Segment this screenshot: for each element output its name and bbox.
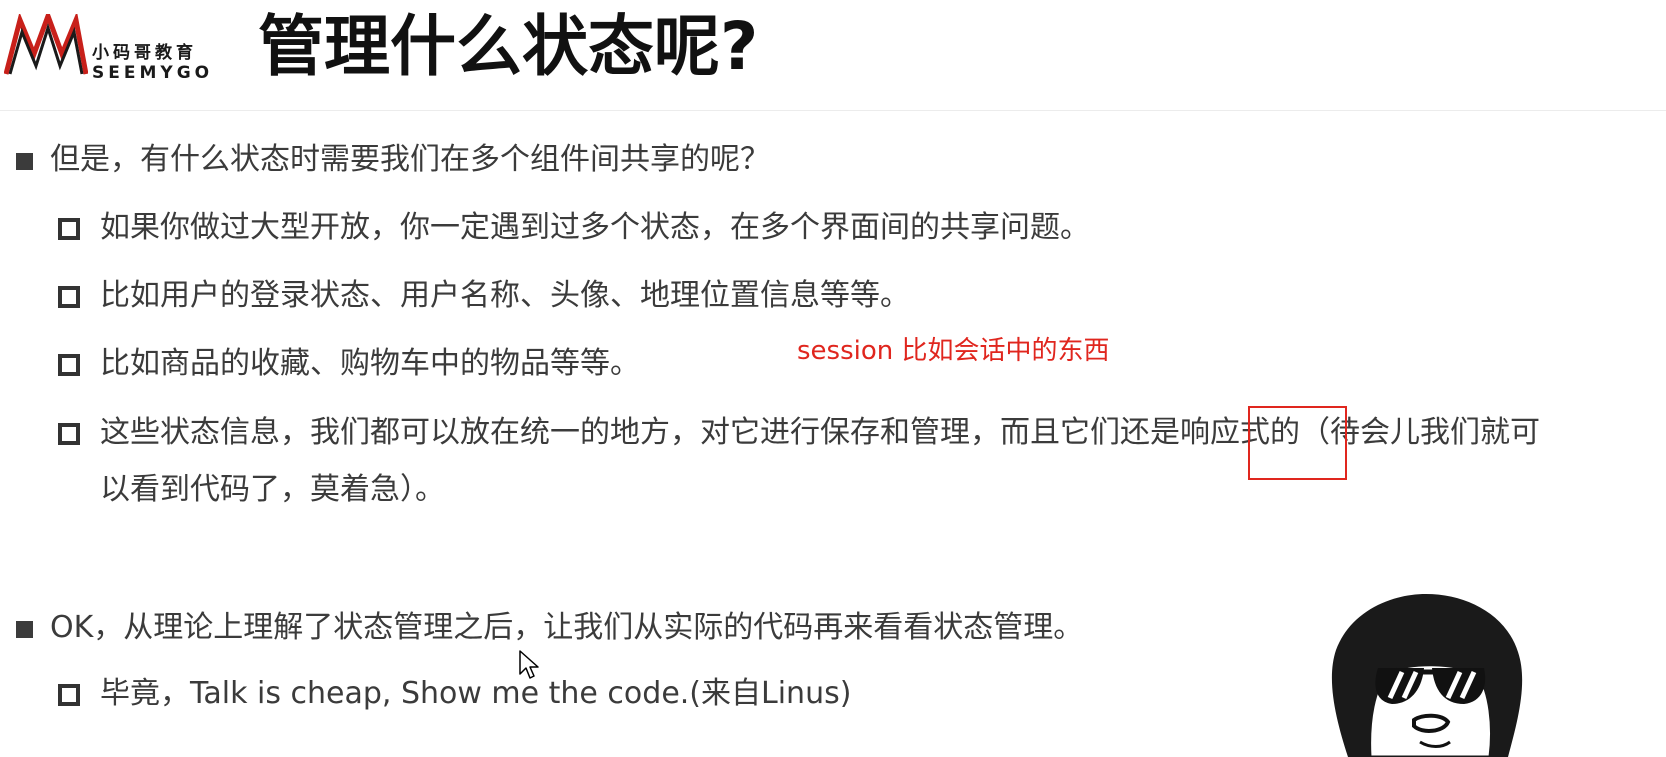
bullet-item: 但是，有什么状态时需要我们在多个组件间共享的呢？: [16, 140, 770, 180]
bullet-text: OK，从理论上理解了状态管理之后，让我们从实际的代码再来看看状态管理。: [50, 610, 1084, 645]
slide-header: 小码哥教育 SEEMYGO 管理什么状态呢?: [0, 0, 1666, 111]
sub-bullet-text: 毕竟，Talk is cheap, Show me the code.(来自Li…: [100, 676, 852, 711]
page-title: 管理什么状态呢?: [258, 8, 759, 85]
annotation-highlight-box: [1248, 406, 1347, 480]
logo-text-en: SEEMYGO: [92, 63, 214, 83]
hollow-square-icon: [58, 218, 80, 240]
sub-bullet-item: 如果你做过大型开放，你一定遇到过多个状态，在多个界面间的共享问题。: [58, 208, 1090, 248]
filled-square-icon: [16, 621, 33, 638]
mouse-pointer-icon: [519, 650, 539, 679]
bullet-item: OK，从理论上理解了状态管理之后，让我们从实际的代码再来看看状态管理。: [16, 608, 1084, 648]
hollow-square-icon: [58, 684, 80, 706]
slide: 小码哥教育 SEEMYGO 管理什么状态呢? 但是，有什么状态时需要我们在多个组…: [0, 0, 1666, 757]
sub-bullet-item: 毕竟，Talk is cheap, Show me the code.(来自Li…: [58, 674, 852, 714]
sub-bullet-item: 比如用户的登录状态、用户名称、头像、地理位置信息等等。: [58, 276, 910, 316]
sub-bullet-item: 比如商品的收藏、购物车中的物品等等。: [58, 344, 640, 384]
sunglasses-avatar-icon: [1331, 594, 1523, 757]
brand-logo: 小码哥教育 SEEMYGO: [4, 14, 224, 84]
bullet-text: 但是，有什么状态时需要我们在多个组件间共享的呢？: [50, 142, 770, 177]
annotation-note: session 比如会话中的东西: [797, 336, 1110, 366]
sub-bullet-text: 比如商品的收藏、购物车中的物品等等。: [100, 346, 640, 381]
hollow-square-icon: [58, 286, 80, 308]
seemygo-m-icon: [4, 14, 88, 75]
hollow-square-icon: [58, 423, 80, 445]
sub-bullet-text: 比如用户的登录状态、用户名称、头像、地理位置信息等等。: [100, 278, 910, 313]
sub-bullet-continuation: 以看到代码了，莫着急）。: [100, 472, 445, 507]
hollow-square-icon: [58, 354, 80, 376]
sub-bullet-text: 如果你做过大型开放，你一定遇到过多个状态，在多个界面间的共享问题。: [100, 210, 1090, 245]
filled-square-icon: [16, 153, 33, 170]
logo-text-cn: 小码哥教育: [92, 43, 197, 63]
